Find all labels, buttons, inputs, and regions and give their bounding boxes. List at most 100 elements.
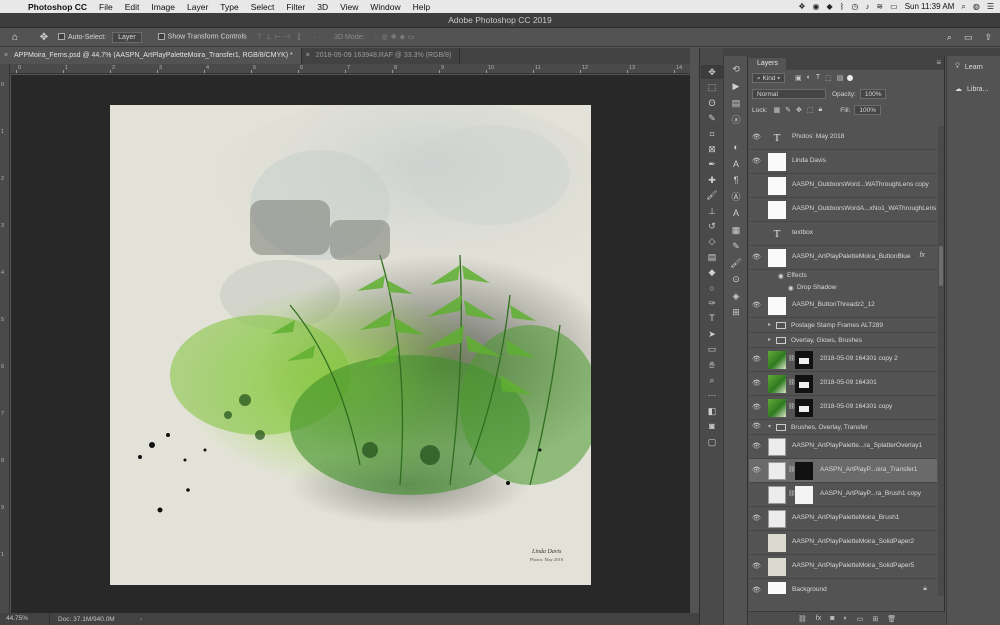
layer-row[interactable]: ▸ Overlay, Glows, Brushes bbox=[749, 333, 937, 348]
canvas-area[interactable]: Linda Davis Photos: May 2018 bbox=[11, 75, 690, 613]
history-panel-icon[interactable]: ⟲ bbox=[725, 62, 747, 76]
layer-row[interactable]: 👁︎ AASPN_ArtPlayPaletteMoira_SolidPaper5 bbox=[749, 555, 937, 579]
visibility-eye-icon[interactable]: 👁︎ bbox=[752, 158, 761, 166]
menu-image[interactable]: Image bbox=[145, 2, 181, 12]
layer-row[interactable]: AASPN_OutdoorsWord...WAThroughLens copy bbox=[749, 174, 937, 198]
menu-filter[interactable]: Filter bbox=[280, 2, 311, 12]
battery-icon[interactable]: ▭ bbox=[890, 2, 898, 11]
layer-mask-thumbnail[interactable] bbox=[795, 351, 813, 369]
visibility-eye-icon[interactable] bbox=[752, 539, 761, 547]
visibility-eye-icon[interactable]: 👁︎ bbox=[752, 587, 761, 594]
healing-tool-icon[interactable]: ✚ bbox=[701, 173, 723, 187]
menu-view[interactable]: View bbox=[334, 2, 364, 12]
layer-row[interactable]: Ttextbox bbox=[749, 222, 937, 246]
filter-pixel-icon[interactable]: ▣ bbox=[795, 74, 802, 82]
crop-tool-icon[interactable]: ⌗ bbox=[701, 127, 723, 141]
menu-type[interactable]: Type bbox=[214, 2, 244, 12]
layer-row[interactable]: 👁︎ ⛓ 2018-05-09 164301 copy bbox=[749, 396, 937, 420]
lasso-tool-icon[interactable]: ʘ bbox=[701, 96, 723, 110]
more-tool-icon[interactable]: ··· bbox=[701, 388, 723, 402]
rectangle-tool-icon[interactable]: ▭ bbox=[701, 342, 723, 356]
character-panel-icon[interactable]: A bbox=[725, 157, 747, 171]
opacity-field[interactable]: 100% bbox=[859, 89, 887, 99]
type-style-panel-icon[interactable]: A bbox=[725, 206, 747, 220]
swatch-panel-icon[interactable]: ▦ bbox=[725, 223, 747, 237]
doc-size[interactable]: Doc: 37.1M/940.0M bbox=[50, 616, 140, 623]
lock-artboard-icon[interactable]: ⬚ bbox=[807, 106, 814, 114]
dropbox-icon[interactable]: ❖ bbox=[798, 2, 805, 11]
wifi-icon[interactable]: ≋ bbox=[876, 2, 883, 11]
dodge-tool-icon[interactable]: ○ bbox=[701, 281, 723, 295]
visibility-eye-icon[interactable]: 👁︎ bbox=[752, 134, 761, 142]
visibility-eye-icon[interactable]: 👁︎ bbox=[752, 404, 761, 412]
move-tool-preset-icon[interactable]: ✥ bbox=[30, 32, 58, 43]
eyedropper-tool-icon[interactable]: ✒ bbox=[701, 157, 723, 171]
layer-row[interactable]: ▸ Postage Stamp Frames ALT289 bbox=[749, 318, 937, 333]
filter-adjustment-icon[interactable]: ◐ bbox=[807, 74, 811, 82]
visibility-eye-icon[interactable] bbox=[752, 321, 761, 329]
layer-row[interactable]: ⛓ AASPN_ArtPlayP...ra_Brush1 copy bbox=[749, 483, 937, 507]
filter-type-icon[interactable]: T bbox=[816, 74, 820, 82]
colors-tool-icon[interactable]: ◧ bbox=[701, 404, 723, 418]
group-toggle-icon[interactable]: ▸ bbox=[768, 336, 771, 343]
auto-select-checkbox[interactable] bbox=[58, 33, 65, 41]
visibility-eye-icon[interactable] bbox=[752, 182, 761, 190]
pen-tool-icon[interactable]: ✑ bbox=[701, 296, 723, 310]
bluetooth-icon[interactable]: ᛒ bbox=[840, 2, 845, 11]
layer-row[interactable]: AASPN_ArtPlayPaletteMoira_SolidPaper2 bbox=[749, 531, 937, 555]
stamp-tool-icon[interactable]: ⊥ bbox=[701, 204, 723, 218]
visibility-eye-icon[interactable]: 👁︎ bbox=[752, 423, 761, 431]
fill-field[interactable]: 100% bbox=[854, 105, 882, 115]
delete-layer-icon[interactable]: 🗑︎ bbox=[887, 615, 896, 623]
history-brush-tool-icon[interactable]: ↺ bbox=[701, 219, 723, 233]
layer-row[interactable]: ◉ Drop Shadow bbox=[749, 282, 937, 294]
lock-paint-icon[interactable]: ✎ bbox=[785, 106, 791, 114]
tab-layers[interactable]: Layers bbox=[749, 58, 787, 70]
menu-file[interactable]: File bbox=[93, 2, 119, 12]
menu-help[interactable]: Help bbox=[407, 2, 436, 12]
actions-panel-icon[interactable]: ▶ bbox=[725, 79, 747, 93]
layer-row[interactable]: 👁︎ AASPN_ArtPlayPaletteMoira_Brush1 bbox=[749, 507, 937, 531]
marquee-tool-icon[interactable]: ⬚ bbox=[701, 80, 723, 94]
layer-row[interactable]: 👁︎ ⛓ 2018-05-09 164301 bbox=[749, 372, 937, 396]
layer-row[interactable]: ◉ Effects bbox=[749, 270, 937, 282]
hand-tool-icon[interactable]: ✋︎ bbox=[701, 358, 723, 372]
brushes-panel-icon[interactable]: 🖌︎ bbox=[725, 256, 747, 270]
kind-filter-dropdown[interactable]: ⌕ Kind ▾ bbox=[752, 73, 786, 83]
clone-source-panel-icon[interactable]: ⊙ bbox=[725, 272, 747, 286]
paragraph-panel-icon[interactable]: ¶ bbox=[725, 173, 747, 187]
search-icon[interactable]: ⌕ bbox=[961, 2, 965, 12]
menu-window[interactable]: Window bbox=[364, 2, 406, 12]
notifications-icon[interactable]: ☰ bbox=[987, 2, 994, 11]
visibility-eye-icon[interactable]: 👁︎ bbox=[752, 443, 761, 451]
panel-menu-icon[interactable]: ≡ bbox=[936, 58, 941, 67]
lock-transparent-icon[interactable]: ▦ bbox=[774, 106, 781, 114]
adjustment-layer-icon[interactable]: ◐ bbox=[843, 615, 847, 622]
quickmask-tool-icon[interactable]: ◙ bbox=[701, 419, 723, 433]
eraser-tool-icon[interactable]: ◇ bbox=[701, 234, 723, 248]
adjust-panel-icon[interactable]: ◐ bbox=[725, 140, 747, 154]
brush-settings-panel-icon[interactable]: ✎ bbox=[725, 239, 747, 253]
blur-tool-icon[interactable]: ◆ bbox=[701, 265, 723, 279]
visibility-eye-icon[interactable] bbox=[752, 491, 761, 499]
panel-libraries[interactable]: ☁︎ Libra... bbox=[947, 78, 1000, 100]
sync-icon[interactable]: ◉ bbox=[812, 2, 819, 11]
move-tool-icon[interactable]: ✥ bbox=[701, 65, 723, 79]
filter-smart-icon[interactable]: ▤ bbox=[837, 74, 844, 82]
panel-learn[interactable]: 💡︎ Learn bbox=[947, 56, 1000, 78]
layer-row[interactable]: 👁︎ T Photos: May 2018 bbox=[749, 126, 937, 150]
layer-effects-icon[interactable]: fx bbox=[920, 252, 925, 259]
add-mask-icon[interactable]: ◙ bbox=[830, 615, 834, 622]
layers-list[interactable]: 👁︎ T Photos: May 2018 👁︎ Linda Davis AASPN_Ou… bbox=[749, 126, 937, 594]
visibility-eye-icon[interactable] bbox=[752, 206, 761, 214]
visibility-eye-icon[interactable]: 👁︎ bbox=[752, 302, 761, 310]
status-menu-icon[interactable]: › bbox=[140, 616, 142, 623]
group-toggle-icon[interactable]: ▾ bbox=[768, 423, 771, 430]
properties-panel-icon[interactable]: ▤ bbox=[725, 96, 747, 110]
group-toggle-icon[interactable]: ▸ bbox=[768, 321, 771, 328]
layers-scrollbar[interactable] bbox=[938, 126, 944, 596]
siri-icon[interactable]: ◍ bbox=[973, 2, 980, 11]
effect-visibility-icon[interactable]: ◉ bbox=[788, 284, 794, 292]
tab-document-active[interactable]: × APPMoira_Ferns.psd @ 44.7% (AASPN_ArtPl… bbox=[0, 48, 302, 64]
timemachine-icon[interactable]: ◷ bbox=[851, 2, 858, 11]
